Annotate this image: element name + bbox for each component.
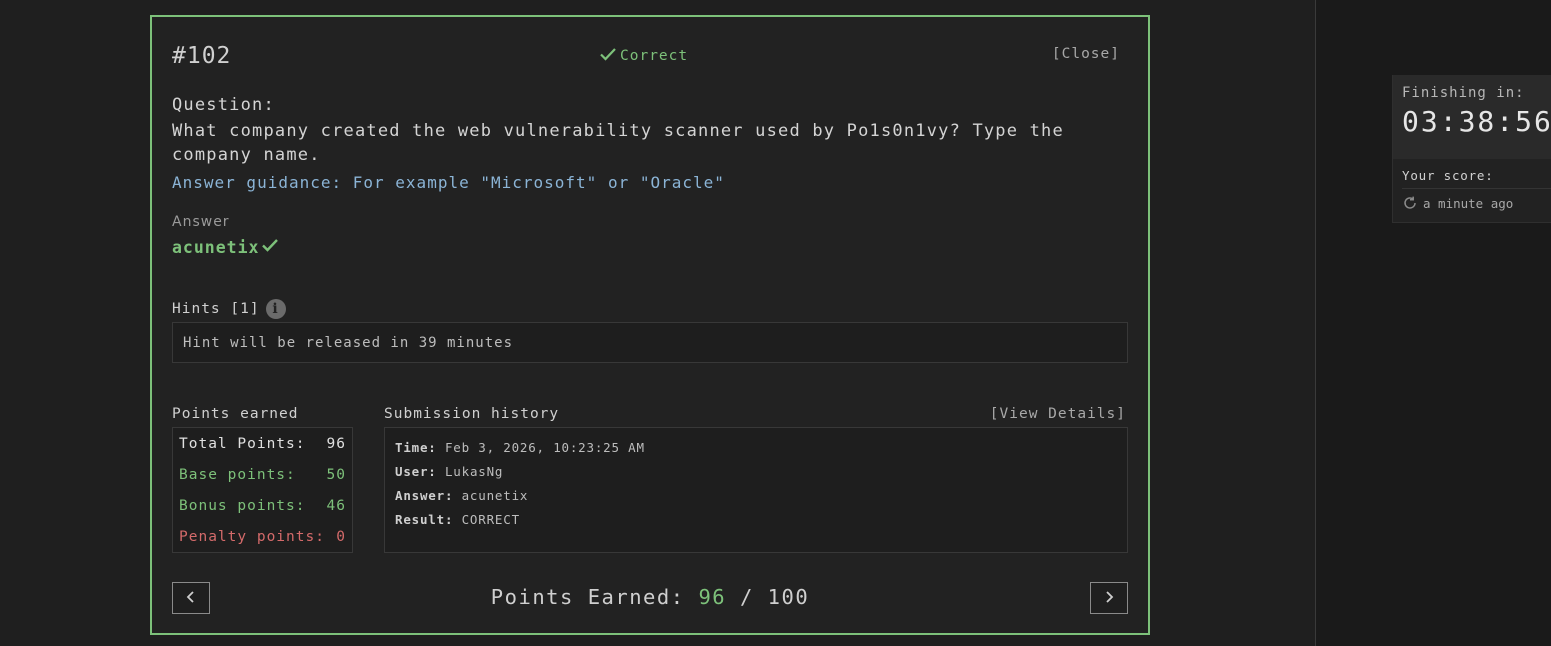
question-number: #102: [172, 43, 232, 69]
next-question-button[interactable]: [1090, 582, 1128, 614]
submission-result-value: CORRECT: [461, 512, 520, 527]
total-points-label: Total Points:: [179, 436, 306, 452]
submission-history-label: Submission history: [384, 406, 560, 422]
status-badge: Correct: [599, 46, 688, 66]
points-earned-value: 96: [698, 585, 727, 609]
submission-time-value: Feb 3, 2026, 10:23:25 AM: [444, 440, 645, 455]
points-earned-summary: Points Earned: 96 / 100: [152, 585, 1148, 609]
refresh-icon[interactable]: [1402, 195, 1418, 211]
submission-time-label: Time:: [395, 440, 437, 455]
question-modal: #102 Correct [Close] Question: What comp…: [150, 15, 1150, 635]
hints-header: Hints [1] i: [172, 299, 286, 319]
status-text: Correct: [620, 48, 689, 64]
base-points-value: 50: [326, 467, 346, 483]
hints-label: Hints [1]: [172, 301, 260, 317]
check-icon: [261, 237, 279, 257]
submission-answer-label: Answer:: [395, 488, 454, 503]
answer-value: acunetix: [172, 237, 279, 257]
submission-answer-row: Answer: acunetix: [395, 486, 1117, 510]
submission-user-label: User:: [395, 464, 437, 479]
hint-box: Hint will be released in 39 minutes: [172, 322, 1128, 363]
submission-time-row: Time: Feb 3, 2026, 10:23:25 AM: [395, 438, 1117, 462]
question-label: Question:: [172, 95, 275, 115]
countdown-timer: 03:38:56: [1402, 105, 1551, 138]
bonus-points-row: Bonus points: 46: [179, 496, 346, 527]
total-points-row: Total Points: 96: [179, 434, 346, 465]
points-separator: /: [739, 585, 754, 609]
total-points-value: 96: [326, 436, 346, 452]
points-breakdown: Total Points: 96 Base points: 50 Bonus p…: [172, 427, 353, 553]
points-earned-label: Points earned: [172, 406, 299, 422]
points-possible: 100: [767, 585, 810, 609]
chevron-right-icon: [1103, 589, 1115, 608]
submission-user-value: LukasNg: [444, 464, 504, 479]
submission-user-row: User: LukasNg: [395, 462, 1117, 486]
submission-result-row: Result: CORRECT: [395, 510, 1117, 534]
answer-guidance: Answer guidance: For example "Microsoft"…: [172, 173, 725, 192]
score-updated: a minute ago: [1393, 189, 1551, 217]
info-icon[interactable]: i: [265, 299, 286, 319]
finishing-label: Finishing in:: [1402, 85, 1525, 101]
score-label: Your score:: [1402, 168, 1494, 183]
answer-text: acunetix: [172, 237, 260, 257]
penalty-points-row: Penalty points: 0: [179, 527, 346, 558]
answer-label: Answer: [172, 214, 230, 230]
base-points-label: Base points:: [179, 467, 296, 483]
timer-header: Finishing in: 03:38:56: [1393, 75, 1551, 159]
submission-history-box: Time: Feb 3, 2026, 10:23:25 AM User: Luk…: [384, 427, 1128, 553]
bonus-points-value: 46: [326, 498, 346, 514]
base-points-row: Base points: 50: [179, 465, 346, 496]
timer-widget: Finishing in: 03:38:56 Your score: a min…: [1392, 75, 1551, 223]
submission-answer-value: acunetix: [461, 488, 529, 503]
penalty-points-label: Penalty points:: [179, 529, 325, 545]
check-icon: [599, 46, 617, 66]
bonus-points-label: Bonus points:: [179, 498, 306, 514]
submission-result-label: Result:: [395, 512, 454, 527]
score-updated-text: a minute ago: [1423, 195, 1514, 211]
view-details-link[interactable]: [View Details]: [990, 406, 1126, 422]
close-button[interactable]: [Close]: [1052, 46, 1120, 62]
points-earned-summary-label: Points Earned:: [490, 585, 685, 609]
penalty-points-value: 0: [336, 529, 346, 545]
question-text: What company created the web vulnerabili…: [172, 121, 1064, 165]
